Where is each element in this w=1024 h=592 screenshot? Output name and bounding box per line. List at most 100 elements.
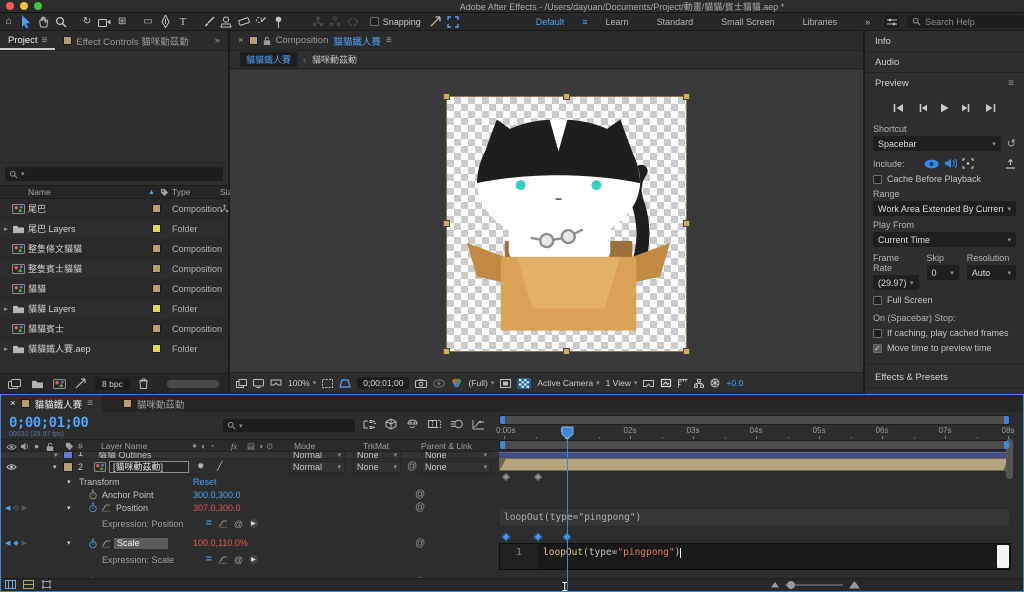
- range-select[interactable]: Work Area Extended By Current …▾: [873, 201, 1016, 216]
- mode-column[interactable]: Mode: [294, 441, 315, 451]
- workspace-menu-icon[interactable]: ≡: [578, 17, 591, 27]
- previous-frame-button[interactable]: [917, 103, 927, 113]
- timeline-tab-secondary[interactable]: 貓咪動茲動: [114, 395, 194, 412]
- project-item-row[interactable]: 貓貓 Composition: [0, 279, 228, 299]
- layer-name-column[interactable]: Layer Name: [101, 441, 147, 451]
- next-keyframe-icon[interactable]: ▶: [22, 539, 27, 547]
- item-name[interactable]: 整隻條文貓貓: [28, 242, 82, 255]
- property-pickwhip-icon[interactable]: @: [415, 489, 425, 500]
- composition-panel-menu-icon[interactable]: ≡: [386, 35, 392, 46]
- puppet-pin-tool-icon[interactable]: [270, 14, 288, 30]
- item-label-chip[interactable]: [152, 264, 161, 273]
- label-column-icon[interactable]: [160, 188, 169, 197]
- project-hscrollbar[interactable]: [167, 380, 219, 388]
- channels-icon[interactable]: [451, 378, 462, 388]
- selection-handle[interactable]: [443, 348, 450, 355]
- workspace-tab-default[interactable]: Default: [522, 17, 579, 27]
- mini-flowchart-icon[interactable]: [363, 419, 376, 430]
- project-flowchart-icon[interactable]: [75, 378, 86, 389]
- caching-row[interactable]: If caching, play cached frames: [873, 328, 1016, 338]
- item-name[interactable]: 貓貓 Layers: [28, 302, 76, 315]
- magnification-select[interactable]: 100%▾: [288, 378, 316, 388]
- time-ruler[interactable]: 0:00s01s02s03s04s05s06s07s08s: [499, 426, 1010, 439]
- zoom-tool-icon[interactable]: [53, 14, 71, 30]
- resolution-select[interactable]: (Full)▾: [468, 378, 494, 388]
- project-item-row[interactable]: ▸ 貓貓鐵人賽.aep Folder: [0, 339, 228, 359]
- include-overlays-icon[interactable]: [962, 158, 974, 169]
- view-layout-select[interactable]: 1 View▾: [606, 378, 638, 388]
- zoom-slider-knob[interactable]: [787, 581, 795, 589]
- selection-handle[interactable]: [683, 348, 690, 355]
- scale-keyframe[interactable]: [534, 533, 542, 541]
- play-button[interactable]: [940, 103, 949, 113]
- vr-icon[interactable]: [270, 379, 282, 387]
- expression-editor-code[interactable]: loopOut(type="pingpong"): [538, 544, 1010, 569]
- layer-row-2[interactable]: ▾ 2 [貓咪動茲動] ✹ ╱ Normal▾ None▾ @ None▾: [1, 459, 498, 475]
- breadcrumb-parent[interactable]: 貓咪動茲動: [312, 53, 357, 66]
- preview-panel-header[interactable]: Preview ≡: [865, 73, 1024, 94]
- selection-handle[interactable]: [563, 348, 570, 355]
- prev-keyframe-icon[interactable]: ◀: [5, 504, 10, 512]
- tab-effect-controls[interactable]: Effect Controls 貓咪動茲動: [55, 31, 196, 50]
- close-tab-icon[interactable]: ×: [10, 398, 16, 409]
- item-label-chip[interactable]: [152, 344, 161, 353]
- current-timecode[interactable]: 0;00;01;00: [9, 415, 88, 431]
- collapse-group-icon[interactable]: ▾: [67, 478, 71, 486]
- layer-name-editbox[interactable]: [貓咪動茲動]: [109, 461, 189, 473]
- brush-tool-icon[interactable]: [200, 14, 218, 30]
- project-panel-menu-icon[interactable]: ≡: [42, 35, 48, 46]
- graph-include-icon[interactable]: [101, 503, 111, 512]
- expression-language-menu-icon[interactable]: ▶: [249, 519, 258, 528]
- playhead-line[interactable]: [567, 426, 568, 591]
- stopwatch-icon[interactable]: [89, 489, 97, 500]
- workspace-settings-icon[interactable]: [884, 15, 899, 28]
- sort-ascending-icon[interactable]: ▲: [148, 189, 155, 196]
- item-label-chip[interactable]: [152, 324, 161, 333]
- project-item-row[interactable]: 尾巴 Composition: [0, 199, 228, 219]
- cache-before-playback-row[interactable]: Cache Before Playback: [873, 174, 1016, 184]
- selection-handle[interactable]: [683, 220, 690, 227]
- graph-include-icon[interactable]: [101, 539, 111, 548]
- column-name[interactable]: Name: [28, 187, 51, 197]
- quality-icon[interactable]: ╱: [217, 461, 222, 472]
- transform-box-icon[interactable]: [41, 580, 52, 589]
- scale-label-selected[interactable]: Scale: [114, 538, 168, 549]
- zoom-in-mountain-icon[interactable]: [849, 580, 860, 589]
- play-from-select[interactable]: Current Time▾: [873, 232, 1016, 247]
- scale-row[interactable]: ◀ ◆ ▶ ▾ Scale 100.0,110.0% @: [1, 536, 498, 550]
- playhead-marker[interactable]: [561, 426, 574, 440]
- exposure-value[interactable]: +0.0: [726, 378, 743, 388]
- minimize-window-button[interactable]: [20, 2, 28, 10]
- expand-layer-icon[interactable]: ▾: [53, 463, 57, 471]
- selection-handle[interactable]: [563, 93, 570, 100]
- expression-pickwhip-icon[interactable]: @: [234, 555, 243, 565]
- expression-enabled-icon[interactable]: =: [206, 518, 212, 529]
- eraser-tool-icon[interactable]: [235, 14, 253, 30]
- work-area-bar[interactable]: [499, 440, 1010, 450]
- effects-presets-panel-header[interactable]: Effects & Presets: [865, 367, 1024, 388]
- number-column[interactable]: #: [78, 441, 83, 451]
- snapping-toggle[interactable]: Snapping: [370, 17, 421, 27]
- rotation-tool-icon[interactable]: ↻: [78, 14, 96, 30]
- expression-position-row[interactable]: Expression: Position = @ ▶: [1, 514, 498, 533]
- position-keyframe[interactable]: [534, 473, 542, 481]
- parent-select[interactable]: None▾: [421, 461, 491, 473]
- zoom-slider-track[interactable]: [785, 584, 843, 586]
- close-window-button[interactable]: [6, 2, 14, 10]
- panel-tabs-overflow-icon[interactable]: »: [207, 31, 228, 50]
- column-type[interactable]: Type: [172, 187, 190, 197]
- share-preview-icon[interactable]: [1005, 159, 1016, 169]
- pan-behind-tool-icon[interactable]: ⊞: [113, 14, 131, 30]
- workspace-overflow-icon[interactable]: »: [851, 17, 884, 27]
- composition-stage[interactable]: [447, 97, 686, 351]
- clone-stamp-tool-icon[interactable]: [218, 14, 236, 30]
- position-value[interactable]: 307.0,300.0: [193, 503, 241, 513]
- expression-pickwhip-icon[interactable]: @: [234, 519, 243, 529]
- scale-keyframe[interactable]: [502, 533, 510, 541]
- draft-3d-icon[interactable]: [385, 418, 397, 430]
- reset-exposure-icon[interactable]: [710, 378, 720, 388]
- position-row[interactable]: ◀ ◇ ▶ ▾ Position 307.0,300.0 @: [1, 501, 498, 514]
- layer2-duration-bar[interactable]: [499, 458, 1010, 471]
- new-composition-icon[interactable]: [53, 379, 66, 389]
- expression-scale-row[interactable]: Expression: Scale = @ ▶: [1, 550, 498, 569]
